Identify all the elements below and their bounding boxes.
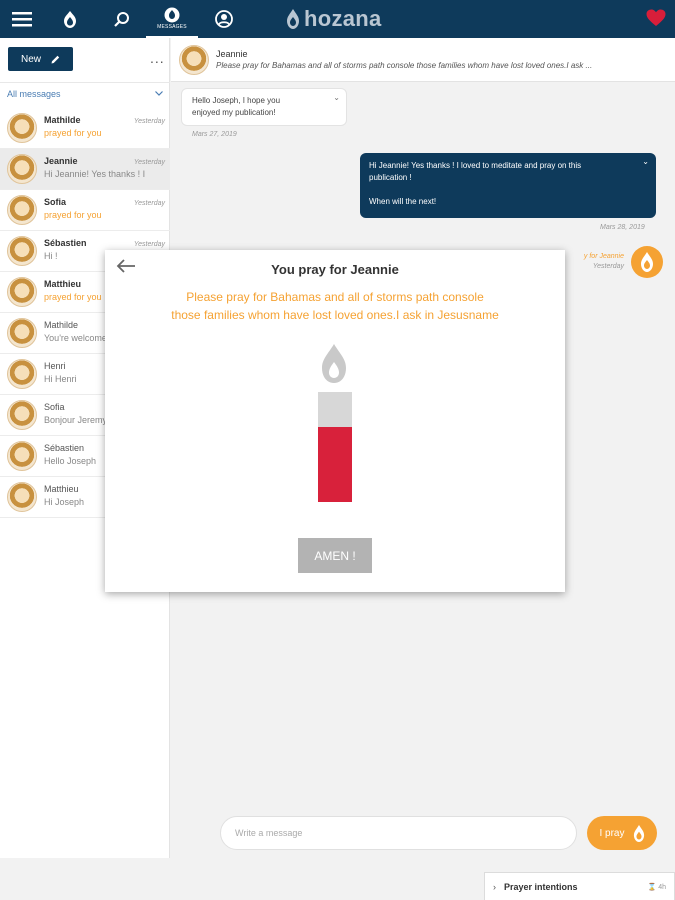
message-input[interactable]: Write a message bbox=[220, 816, 577, 850]
chevron-right-icon: › bbox=[493, 881, 496, 892]
prayer-notification-time: Yesterday bbox=[592, 263, 624, 270]
conversation-item[interactable]: Sofia Yesterday prayed for you bbox=[0, 190, 170, 231]
candle-icon bbox=[318, 344, 352, 502]
logo-wordmark: hozana bbox=[304, 6, 382, 31]
tab-messages-label: MESSAGES bbox=[157, 23, 187, 30]
contact-name[interactable]: Jeannie bbox=[216, 49, 248, 59]
avatar bbox=[7, 113, 37, 143]
modal-intention-line-1: Please pray for Bahamas and all of storm… bbox=[186, 290, 484, 304]
new-message-label: New bbox=[20, 53, 41, 65]
pencil-icon bbox=[51, 55, 60, 63]
conversation-name: Mathilde bbox=[44, 320, 79, 330]
outgoing-message-timestamp: Mars 28, 2019 bbox=[600, 224, 645, 231]
conversation-name: Sofia bbox=[44, 197, 67, 207]
prayer-notification-text: y for Jeannie bbox=[583, 253, 624, 260]
outgoing-message-line-1: Hi Jeannie! Yes thanks ! I loved to medi… bbox=[369, 161, 582, 170]
avatar bbox=[7, 195, 37, 225]
avatar bbox=[7, 154, 37, 184]
conversation-preview: prayed for you bbox=[44, 128, 102, 138]
avatar bbox=[7, 236, 37, 266]
conversation-time: Yesterday bbox=[133, 118, 165, 125]
prayer-intentions-time-value: 4h bbox=[658, 883, 666, 891]
conversation-name: Matthieu bbox=[44, 484, 79, 494]
messages-icon bbox=[164, 7, 180, 22]
message-options-chevron-icon[interactable]: ⌄ bbox=[333, 92, 340, 104]
conversation-name: Matthieu bbox=[44, 279, 81, 289]
top-navigation-bar: MESSAGES hozana bbox=[0, 0, 675, 38]
modal-title: You pray for Jeannie bbox=[271, 262, 399, 277]
flame-icon bbox=[641, 252, 653, 272]
avatar bbox=[7, 441, 37, 471]
conversation-name: Mathilde bbox=[44, 115, 81, 125]
chevron-down-icon bbox=[155, 91, 163, 96]
conversation-preview: Hi Jeannie! Yes thanks ! I bbox=[44, 169, 146, 179]
heart-icon[interactable] bbox=[646, 9, 666, 29]
conversation-preview: prayed for you bbox=[44, 210, 102, 220]
prayer-modal: You pray for Jeannie Please pray for Bah… bbox=[105, 250, 565, 592]
conversation-time: Yesterday bbox=[133, 241, 165, 248]
prayer-intentions-time: ⌛ 4h bbox=[647, 883, 666, 891]
tab-messages[interactable]: MESSAGES bbox=[146, 0, 198, 38]
prayer-notification: y for Jeannie Yesterday bbox=[562, 253, 624, 270]
avatar bbox=[7, 318, 37, 348]
conversation-name: Jeannie bbox=[44, 156, 78, 166]
avatar bbox=[7, 400, 37, 430]
message-filter-label: All messages bbox=[7, 88, 61, 99]
outgoing-message-line-2: publication ! bbox=[369, 173, 412, 182]
outgoing-message-bubble[interactable]: Hi Jeannie! Yes thanks ! I loved to medi… bbox=[360, 153, 656, 218]
more-options-button[interactable]: ... bbox=[150, 50, 165, 66]
conversation-item[interactable]: Mathilde Yesterday prayed for you bbox=[0, 108, 170, 149]
profile-icon[interactable] bbox=[210, 0, 238, 38]
prayer-intention-preview[interactable]: Please pray for Bahamas and all of storm… bbox=[216, 61, 666, 70]
conversation-time: Yesterday bbox=[133, 200, 165, 207]
avatar bbox=[7, 482, 37, 512]
conversation-time: Yesterday bbox=[133, 159, 165, 166]
amen-button[interactable]: AMEN ! bbox=[298, 538, 372, 573]
conversation-name: Sébastien bbox=[44, 238, 87, 248]
prayer-intentions-tab[interactable]: › Prayer intentions ⌛ 4h bbox=[484, 872, 675, 900]
flame-icon bbox=[633, 824, 644, 842]
prayer-intentions-title: Prayer intentions bbox=[504, 881, 578, 892]
prayer-flame-badge bbox=[631, 246, 663, 278]
avatar bbox=[7, 277, 37, 307]
i-pray-button[interactable]: I pray bbox=[587, 816, 657, 850]
outgoing-message-line-3: When will the next! bbox=[369, 197, 437, 206]
incoming-message-line-1: Hello Joseph, I hope you bbox=[192, 96, 281, 105]
chat-header: Jeannie Please pray for Bahamas and all … bbox=[171, 38, 675, 82]
search-icon[interactable] bbox=[108, 0, 136, 38]
conversation-name: Henri bbox=[44, 361, 66, 371]
modal-intention-line-2: those families whom have lost loved ones… bbox=[171, 308, 499, 322]
incoming-message-bubble[interactable]: Hello Joseph, I hope you enjoyed my publ… bbox=[181, 88, 347, 126]
menu-icon[interactable] bbox=[8, 0, 36, 38]
modal-intention-text: Please pray for Bahamas and all of storm… bbox=[135, 288, 535, 324]
new-message-button[interactable]: New bbox=[8, 47, 73, 71]
home-icon[interactable] bbox=[56, 0, 84, 38]
flame-logo-icon bbox=[287, 9, 299, 29]
conversation-item[interactable]: Jeannie Yesterday Hi Jeannie! Yes thanks !… bbox=[0, 149, 170, 190]
conversation-name: Sébastien bbox=[44, 443, 85, 453]
incoming-message-timestamp: Mars 27, 2019 bbox=[192, 131, 237, 138]
incoming-message-line-2: enjoyed my publication! bbox=[192, 108, 276, 117]
contact-avatar[interactable] bbox=[179, 45, 209, 75]
avatar bbox=[7, 359, 37, 389]
message-filter-dropdown[interactable]: All messages bbox=[0, 82, 170, 104]
message-options-chevron-icon[interactable]: ⌄ bbox=[642, 156, 649, 168]
hozana-logo[interactable]: hozana bbox=[286, 6, 382, 32]
conversation-name: Sofia bbox=[44, 402, 65, 412]
i-pray-label: I pray bbox=[599, 827, 625, 839]
